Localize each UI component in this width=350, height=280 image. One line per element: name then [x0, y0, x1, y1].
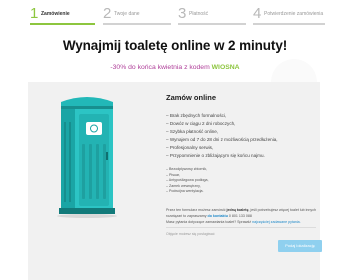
spec-item: – Antypoślizgowa podłoga, [166, 178, 209, 182]
step-progress-bar [30, 23, 95, 25]
step-label: Płatność [189, 11, 209, 17]
step-label: Zamówienie [41, 11, 70, 17]
portable-toilet-image [55, 92, 119, 220]
step-number: 1 [30, 5, 39, 22]
contact-link[interactable]: do kontaktu [208, 214, 228, 218]
page-headline: Wynajmij toaletę online w 2 minuty! [62, 38, 288, 53]
note-text: Masz pytania dotyczące zamawiania toalet… [166, 220, 253, 224]
spec-item: – Bezodpływowy zbiornik, [166, 167, 208, 171]
step-progress-bar [103, 23, 171, 25]
spec-list: – Bezodpływowy zbiornik, – Pisuar, – Ant… [166, 167, 209, 195]
feature-list: – Brak zbędnych formalności, – Dowóz w c… [166, 112, 278, 161]
step-progress-bar [253, 23, 325, 25]
step-label: Twoje dane [114, 11, 140, 17]
feature-item: – Dowóz w ciągu 2 dni roboczych, [166, 121, 236, 127]
feature-item: – Przypomnienie o zbliżającym się końcu … [166, 153, 265, 159]
product-title: Zamów online [166, 93, 217, 102]
note-bold: jedną toaletę [226, 208, 249, 212]
phone-number: 0 801 133 088 [227, 214, 252, 218]
secondary-link[interactable]: Objęcie możesz się posługiwać [166, 232, 215, 236]
checkout-steps: 1 Zamówienie 2 Twoje dane 3 Płatność 4 P… [0, 0, 350, 27]
step-progress-bar [178, 23, 246, 25]
faq-link[interactable]: najczęściej zadawane pytania. [252, 220, 301, 224]
step-number: 2 [103, 5, 112, 22]
feature-item: – Profesjonalny serwis, [166, 145, 214, 151]
spec-item: – Podwójna wentylacja. [166, 189, 204, 193]
note-text: Przez ten formularz możesz zamówić [166, 208, 227, 212]
feature-item: – Brak zbędnych formalności, [166, 113, 227, 118]
promo-code: WIOSNA [211, 64, 240, 71]
feature-item: – Wynajem od 7 do 28 dni z możliwością p… [166, 137, 278, 143]
divider [166, 227, 316, 228]
contact-note: Przez ten formularz możesz zamówić jedną… [166, 207, 316, 225]
step-label: Potwierdzenie zamówienia [264, 11, 324, 17]
next-step-button[interactable]: Podaj lokalizację [278, 240, 322, 252]
step-number: 3 [178, 5, 187, 22]
step-number: 4 [253, 5, 262, 22]
promo-text: -30% do końca kwietnia z kodem [110, 64, 212, 71]
feature-item: – Szybka płatność online, [166, 129, 219, 135]
